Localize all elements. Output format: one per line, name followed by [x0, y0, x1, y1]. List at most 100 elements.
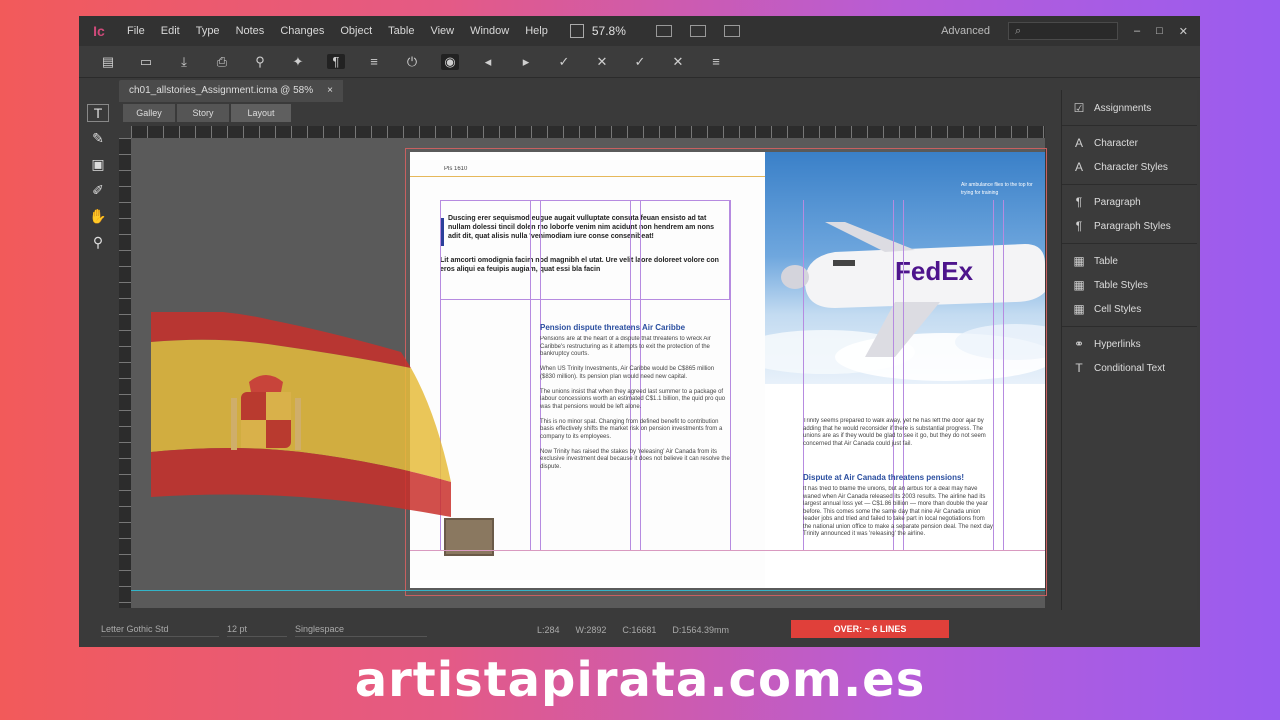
panel-label: Table [1094, 255, 1118, 267]
spell-icon[interactable]: ✦ [289, 54, 307, 70]
paragraph-icon: ¶ [1075, 195, 1083, 209]
panels-dock: ☑ Assignments A Character A Character Style… [1061, 90, 1197, 610]
word-count: W:2892 [575, 625, 607, 635]
horizontal-ruler [131, 126, 1045, 138]
zoom-tool-icon[interactable]: ⚲ [87, 234, 109, 252]
menu-help[interactable]: Help [517, 25, 556, 37]
panel-paragraph-styles[interactable]: ¶ Paragraph Styles [1062, 214, 1197, 238]
panel-hyperlinks[interactable]: ⚭ Hyperlinks [1062, 332, 1197, 356]
position-tool-icon[interactable]: ▣ [87, 156, 109, 174]
panel-label: Paragraph [1094, 196, 1141, 208]
print-icon[interactable]: ⎙ [213, 54, 231, 70]
close-icon[interactable]: ✕ [1179, 25, 1188, 38]
character-icon: A [1074, 136, 1083, 150]
arrange-icon[interactable] [723, 25, 740, 37]
menu-window[interactable]: Window [462, 25, 517, 37]
panel-character[interactable]: A Character [1062, 131, 1197, 155]
panel-assignments[interactable]: ☑ Assignments [1062, 96, 1197, 120]
character-styles-icon: A [1074, 160, 1083, 174]
tab-story[interactable]: Story [177, 104, 229, 122]
workspace-switcher[interactable]: Advanced [941, 25, 1008, 37]
assignments-icon: ☑ [1073, 101, 1085, 115]
menu-object[interactable]: Object [332, 25, 380, 37]
slug-guide [410, 176, 765, 177]
view-tools [655, 25, 740, 37]
article-heading-2[interactable]: Dispute at Air Canada threatens pensions… [803, 474, 993, 482]
right-page[interactable]: FedEx Air ambulance flies to the top for… [765, 152, 1045, 588]
right-intro[interactable]: Trinity seems prepared to walk away, yet… [803, 418, 993, 458]
brand-logo: FedEx [895, 256, 974, 286]
panel-divider [1062, 125, 1197, 126]
screen-mode-icon[interactable] [655, 25, 672, 37]
tab-layout[interactable]: Layout [231, 104, 291, 122]
toolbar: ▤ ▭ ⤓ ⎙ ⚲ ✦ ¶ ≡ ⏻ ◉ ◂ ▸ ✓ ✕ ✓ ✕ ≡ [79, 46, 1200, 78]
panel-cell-styles[interactable]: ▦ Cell Styles [1062, 297, 1197, 321]
menu-type[interactable]: Type [188, 25, 228, 37]
article-heading-1[interactable]: Pension dispute threatens Air Caribbe [540, 324, 720, 332]
font-size-select[interactable]: 12 pt [227, 624, 287, 637]
accept-icon[interactable]: ✓ [555, 54, 573, 70]
menu-edit[interactable]: Edit [153, 25, 188, 37]
accept-all-icon[interactable]: ✓ [631, 54, 649, 70]
hand-tool-icon[interactable]: ✋ [87, 208, 109, 226]
menu-changes[interactable]: Changes [272, 25, 332, 37]
zoom-icon [569, 24, 584, 38]
list-icon[interactable]: ≡ [707, 54, 725, 69]
depth-count: D:1564.39mm [672, 625, 729, 635]
zoom-control[interactable]: 57.8% [569, 24, 626, 38]
document-tab-title: ch01_allstories_Assignment.icma @ 58% [129, 85, 314, 96]
hyperlinks-icon: ⚭ [1073, 337, 1085, 351]
next-icon[interactable]: ▸ [517, 54, 535, 70]
panel-paragraph[interactable]: ¶ Paragraph [1062, 190, 1197, 214]
tab-close-icon[interactable]: × [327, 85, 333, 97]
type-tool-icon[interactable]: T [87, 104, 109, 122]
pilcrow-icon[interactable]: ¶ [327, 54, 345, 69]
intro-text-2[interactable]: Lit amcorti omodignia facim nod magnibh … [440, 256, 732, 276]
status-bar: Letter Gothic Std 12 pt Singlespace L:28… [79, 616, 1200, 644]
find-icon[interactable]: ⚲ [251, 54, 269, 70]
panel-label: Conditional Text [1094, 362, 1165, 374]
overset-indicator[interactable]: OVER: ~ 6 LINES [791, 620, 949, 638]
column-guide [730, 200, 731, 550]
tools-panel: T ✎ ▣ ✐ ✋ ⚲ [79, 100, 117, 610]
minimize-icon[interactable]: – [1134, 25, 1140, 38]
line-spacing-select[interactable]: Singlespace [295, 624, 427, 637]
prev-icon[interactable]: ◂ [479, 54, 497, 70]
save-icon[interactable]: ⤓ [175, 54, 193, 70]
article-body-2[interactable]: It has tried to blame the unions, but an… [803, 486, 993, 548]
note-tool-icon[interactable]: ✎ [87, 130, 109, 148]
power-icon[interactable]: ⏻ [403, 54, 421, 70]
panel-character-styles[interactable]: A Character Styles [1062, 155, 1197, 179]
menu-notes[interactable]: Notes [228, 25, 273, 37]
left-page[interactable]: Pls 1610 Duscing erer sequismod eugue au… [410, 152, 765, 588]
eyedropper-icon[interactable]: ✐ [87, 182, 109, 200]
panel-table-styles[interactable]: ▦ Table Styles [1062, 273, 1197, 297]
intro-text[interactable]: Duscing erer sequismod eugue augait vull… [448, 214, 728, 250]
reject-all-icon[interactable]: ✕ [669, 54, 687, 70]
search-input[interactable]: ⌕ [1008, 22, 1118, 40]
article-body-1[interactable]: Pensions are at the heart of a dispute t… [540, 336, 730, 550]
panel-label: Table Styles [1094, 279, 1148, 291]
menu-view[interactable]: View [422, 25, 462, 37]
panel-table[interactable]: ▦ Table [1062, 249, 1197, 273]
app-logo: Ic [93, 23, 105, 39]
spain-flag-overlay [151, 312, 451, 517]
panel-conditional-text[interactable]: T Conditional Text [1062, 356, 1197, 380]
vertical-ruler [119, 138, 131, 608]
maximize-icon[interactable]: □ [1156, 25, 1163, 38]
table-styles-icon: ▦ [1073, 278, 1085, 292]
document-tabs: ch01_allstories_Assignment.icma @ 58% × [119, 80, 343, 102]
menu-lines-icon[interactable]: ≡ [365, 54, 383, 69]
reject-icon[interactable]: ✕ [593, 54, 611, 70]
font-select[interactable]: Letter Gothic Std [101, 624, 219, 637]
menu-table[interactable]: Table [380, 25, 422, 37]
tab-galley[interactable]: Galley [123, 104, 175, 122]
column-guide [530, 200, 531, 550]
open-icon[interactable]: ▭ [137, 54, 155, 70]
document-tab[interactable]: ch01_allstories_Assignment.icma @ 58% × [119, 80, 343, 102]
zoom-level: 57.8% [591, 24, 626, 38]
fit-icon[interactable] [689, 25, 706, 37]
new-icon[interactable]: ▤ [99, 54, 117, 70]
menu-file[interactable]: File [119, 25, 153, 37]
eye-icon[interactable]: ◉ [441, 53, 459, 70]
